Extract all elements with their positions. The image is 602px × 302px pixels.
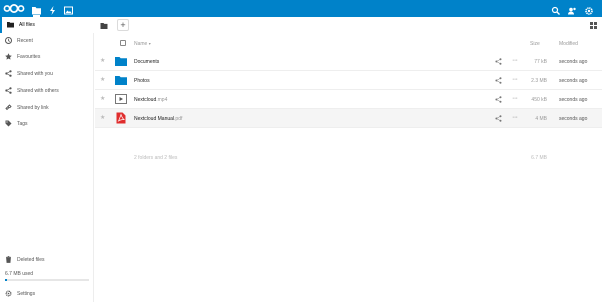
folder-icon xyxy=(115,76,127,85)
sidebar-item-label: Shared with others xyxy=(17,88,59,94)
file-row[interactable]: ★ Photos ··· 2.3 MB seconds ago xyxy=(95,71,602,90)
file-modified: seconds ago xyxy=(559,59,588,65)
file-summary-counts: 2 folders and 2 files xyxy=(134,155,178,161)
search-icon[interactable] xyxy=(551,3,561,15)
more-actions-icon[interactable]: ··· xyxy=(512,76,520,84)
video-file-icon xyxy=(115,94,127,104)
file-size: 450 kB xyxy=(531,97,547,103)
share-icon[interactable] xyxy=(495,115,502,122)
sidebar-item-favourites[interactable]: Favourites xyxy=(0,49,94,65)
sidebar-item-label: Favourites xyxy=(17,54,41,60)
sidebar-item-label: Recent xyxy=(17,38,33,44)
favorite-star-icon[interactable]: ★ xyxy=(100,115,106,121)
file-name[interactable]: Photos xyxy=(134,78,150,84)
link-icon xyxy=(5,104,12,111)
share-icon[interactable] xyxy=(495,96,502,103)
file-name[interactable]: Documents xyxy=(134,59,159,65)
sidebar-item-settings[interactable]: Settings xyxy=(0,286,94,302)
sidebar-item-deleted-files[interactable]: Deleted files xyxy=(0,252,94,268)
files-app-icon[interactable] xyxy=(31,3,42,17)
file-size: 77 kB xyxy=(534,59,547,65)
more-actions-icon[interactable]: ··· xyxy=(512,95,520,103)
file-name-base: Documents xyxy=(134,59,160,65)
file-modified: seconds ago xyxy=(559,116,588,122)
sidebar-item-recent[interactable]: Recent xyxy=(0,33,94,49)
sort-caret-icon: ▾ xyxy=(148,41,151,46)
folder-icon xyxy=(7,22,14,28)
activity-app-icon[interactable] xyxy=(47,3,58,15)
quota-progress-bar xyxy=(5,279,89,281)
home-breadcrumb-icon[interactable] xyxy=(100,22,108,30)
star-icon xyxy=(5,53,12,60)
quota-progress-fill xyxy=(5,279,7,281)
sidebar-item-shared-with-others[interactable]: Shared with others xyxy=(0,83,94,99)
file-summary-size: 6.7 MB xyxy=(531,155,547,161)
file-size: 2.3 MB xyxy=(531,78,547,84)
share-icon xyxy=(5,70,12,77)
file-name[interactable]: Nextcloud.mp4 xyxy=(134,97,167,103)
sidebar-item-label: Shared with you xyxy=(17,71,53,77)
gear-icon xyxy=(5,290,12,297)
file-modified: seconds ago xyxy=(559,97,588,103)
sidebar-item-label: Tags xyxy=(17,121,28,127)
file-modified: seconds ago xyxy=(559,78,588,84)
quota-text: 6.7 MB used xyxy=(5,271,34,277)
sidebar-navigation: All files Recent Favourites Shared with … xyxy=(0,17,94,302)
sidebar-item-shared-with-you[interactable]: Shared with you xyxy=(0,66,94,82)
favorite-star-icon[interactable]: ★ xyxy=(100,77,106,83)
nextcloud-logo-icon[interactable] xyxy=(3,3,25,14)
select-all-checkbox[interactable] xyxy=(120,40,126,46)
trash-icon xyxy=(6,256,11,263)
tag-icon xyxy=(5,120,12,127)
file-size: 4 MB xyxy=(535,116,547,122)
top-header-bar xyxy=(0,0,602,17)
column-header-name[interactable]: Name ▾ xyxy=(134,41,151,47)
pdf-file-icon xyxy=(116,112,126,124)
column-header-modified[interactable]: Modified xyxy=(559,41,578,47)
file-name-base: Photos xyxy=(134,78,150,84)
grid-view-toggle-icon[interactable] xyxy=(590,22,597,29)
favorite-star-icon[interactable]: ★ xyxy=(100,96,106,102)
file-name-base: Nextcloud Manual xyxy=(134,116,175,122)
column-header-size[interactable]: Size xyxy=(530,41,540,47)
sidebar-item-all-files[interactable]: All files xyxy=(0,17,94,33)
share-icon xyxy=(5,87,12,94)
sidebar-item-label: Deleted files xyxy=(17,257,45,263)
sidebar-item-label: All files xyxy=(19,22,35,28)
sidebar-item-label: Settings xyxy=(17,291,36,297)
file-name[interactable]: Nextcloud Manual.pdf xyxy=(134,116,182,122)
more-actions-icon[interactable]: ··· xyxy=(512,114,520,122)
add-new-button[interactable]: + xyxy=(117,19,129,31)
file-list-area: + Name ▾ Size Modified ★ Documents ··· 7… xyxy=(95,17,602,302)
folder-icon xyxy=(115,57,127,66)
file-name-base: Nextcloud xyxy=(134,97,157,103)
settings-gear-icon[interactable] xyxy=(584,3,594,15)
file-row[interactable]: ★ Documents ··· 77 kB seconds ago xyxy=(95,52,602,71)
share-icon[interactable] xyxy=(495,77,502,84)
share-icon[interactable] xyxy=(495,58,502,65)
file-extension: .pdf xyxy=(174,116,183,122)
sidebar-item-tags[interactable]: Tags xyxy=(0,116,94,132)
sidebar-item-label: Shared by link xyxy=(17,105,49,111)
clock-icon xyxy=(5,37,12,44)
file-extension: .mp4 xyxy=(156,97,168,103)
contacts-icon[interactable] xyxy=(567,3,577,15)
file-row[interactable]: ★ Nextcloud.mp4 ··· 450 kB seconds ago xyxy=(95,90,602,109)
file-row[interactable]: ★ Nextcloud Manual.pdf ··· 4 MB seconds … xyxy=(95,109,602,128)
sidebar-item-shared-by-link[interactable]: Shared by link xyxy=(0,100,94,116)
more-actions-icon[interactable]: ··· xyxy=(512,57,520,65)
column-header-name-label: Name xyxy=(134,41,148,47)
favorite-star-icon[interactable]: ★ xyxy=(100,58,106,64)
gallery-app-icon[interactable] xyxy=(63,3,74,15)
